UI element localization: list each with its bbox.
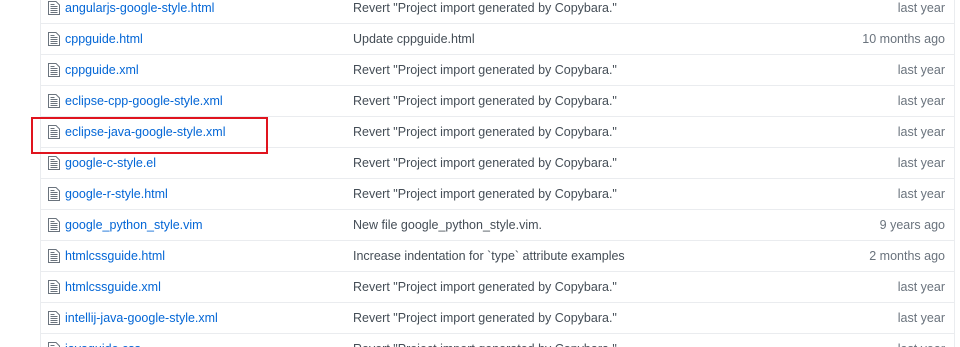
file-icon xyxy=(41,1,65,15)
commit-message-link[interactable]: Revert "Project import generated by Copy… xyxy=(353,63,804,77)
file-name-link[interactable]: cppguide.xml xyxy=(65,63,353,77)
commit-message-link[interactable]: Revert "Project import generated by Copy… xyxy=(353,125,804,139)
commit-age: last year xyxy=(897,125,945,139)
commit-age: last year xyxy=(897,156,945,170)
commit-message-link[interactable]: Revert "Project import generated by Copy… xyxy=(353,311,804,325)
commit-age: last year xyxy=(897,311,945,325)
file-icon xyxy=(41,187,65,201)
file-row: google_python_style.vim New file google_p… xyxy=(41,209,954,240)
commit-message-link[interactable]: Revert "Project import generated by Copy… xyxy=(353,342,804,347)
commit-age: last year xyxy=(897,94,945,108)
file-list: angularjs-google-style.html Revert "Proje… xyxy=(40,0,955,347)
file-icon xyxy=(41,342,65,347)
file-icon xyxy=(41,63,65,77)
file-name-link[interactable]: eclipse-java-google-style.xml xyxy=(65,125,353,139)
commit-age: 9 years ago xyxy=(879,218,945,232)
file-name-link[interactable]: google-c-style.el xyxy=(65,156,353,170)
file-row: htmlcssguide.xml Revert "Project import g… xyxy=(41,271,954,302)
file-name-link[interactable]: google-r-style.html xyxy=(65,187,353,201)
file-name-link[interactable]: intellij-java-google-style.xml xyxy=(65,311,353,325)
file-icon xyxy=(41,156,65,170)
commit-age: last year xyxy=(897,1,945,15)
file-icon xyxy=(41,249,65,263)
file-name-link[interactable]: angularjs-google-style.html xyxy=(65,1,353,15)
commit-message-link[interactable]: Revert "Project import generated by Copy… xyxy=(353,156,804,170)
file-row: angularjs-google-style.html Revert "Proje… xyxy=(41,0,954,23)
file-name-link[interactable]: google_python_style.vim xyxy=(65,218,353,232)
file-icon xyxy=(41,125,65,139)
commit-message-link[interactable]: Update cppguide.html xyxy=(353,32,804,46)
file-name-link[interactable]: eclipse-cpp-google-style.xml xyxy=(65,94,353,108)
file-row: htmlcssguide.html Increase indentation fo… xyxy=(41,240,954,271)
commit-age: last year xyxy=(897,63,945,77)
commit-message-link[interactable]: Revert "Project import generated by Copy… xyxy=(353,94,804,108)
file-row: javaguide.cssRevert "Project import gene… xyxy=(41,333,954,347)
commit-age: last year xyxy=(897,187,945,201)
commit-age: 2 months ago xyxy=(869,249,945,263)
file-icon xyxy=(41,311,65,325)
file-icon xyxy=(41,94,65,108)
file-icon xyxy=(41,32,65,46)
file-row: cppguide.html Update cppguide.html 10 mont… xyxy=(41,23,954,54)
commit-age: last year xyxy=(897,280,945,294)
commit-age: 10 months ago xyxy=(862,32,945,46)
file-name-link[interactable]: htmlcssguide.html xyxy=(65,249,353,263)
commit-message-link[interactable]: Revert "Project import generated by Copy… xyxy=(353,280,804,294)
file-name-link[interactable]: htmlcssguide.xml xyxy=(65,280,353,294)
commit-message-link[interactable]: New file google_python_style.vim. xyxy=(353,218,804,232)
file-icon xyxy=(41,280,65,294)
file-row: eclipse-cpp-google-style.xml Revert "Proj… xyxy=(41,85,954,116)
commit-message-link[interactable]: Increase indentation for `type` attribut… xyxy=(353,249,804,263)
file-name-link[interactable]: javaguide.css xyxy=(65,342,353,347)
commit-message-link[interactable]: Revert "Project import generated by Copy… xyxy=(353,187,804,201)
file-row: eclipse-java-google-style.xml Revert "Pro… xyxy=(41,116,954,147)
file-name-link[interactable]: cppguide.html xyxy=(65,32,353,46)
file-row: cppguide.xml Revert "Project import gener… xyxy=(41,54,954,85)
commit-age: last year xyxy=(804,342,954,347)
file-icon xyxy=(41,218,65,232)
commit-message-link[interactable]: Revert "Project import generated by Copy… xyxy=(353,1,804,15)
file-row: google-r-style.html Revert "Project impor… xyxy=(41,178,954,209)
file-row: google-c-style.el Revert "Project import … xyxy=(41,147,954,178)
file-row: intellij-java-google-style.xml Revert "Pr… xyxy=(41,302,954,333)
